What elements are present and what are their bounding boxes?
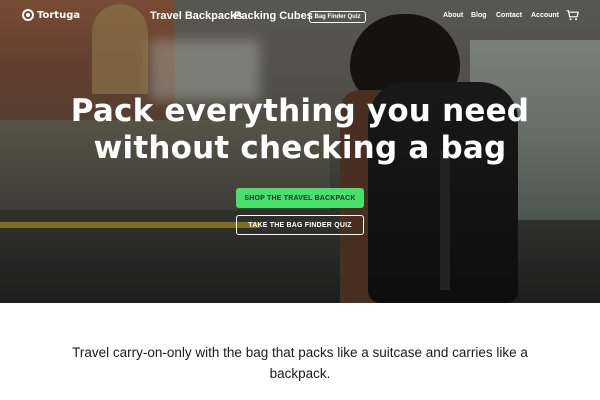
- nav-contact[interactable]: Contact: [496, 12, 522, 19]
- nav-packing-cubes[interactable]: Packing Cubes: [234, 10, 313, 22]
- brand-name: Tortuga: [37, 9, 81, 21]
- tagline: Travel carry-on-only with the bag that p…: [72, 345, 528, 381]
- bag-finder-quiz-button[interactable]: Bag Finder Quiz: [309, 11, 366, 23]
- hero-headline: Pack everything you need without checkin…: [70, 93, 530, 166]
- brand-logo[interactable]: Tortuga: [22, 9, 80, 21]
- nav-about[interactable]: About: [443, 12, 463, 19]
- turtle-logo-icon: [22, 9, 34, 21]
- nav-blog[interactable]: Blog: [471, 12, 487, 19]
- take-bag-finder-quiz-button[interactable]: TAKE THE BAG FINDER QUIZ: [236, 215, 364, 235]
- hero-section: Tortuga Travel Backpacks Packing Cubes B…: [0, 0, 600, 303]
- top-navigation: Tortuga Travel Backpacks Packing Cubes B…: [0, 0, 600, 33]
- cart-icon[interactable]: [566, 10, 579, 21]
- nav-travel-backpacks[interactable]: Travel Backpacks: [150, 10, 242, 22]
- nav-account[interactable]: Account: [531, 12, 559, 19]
- shop-travel-backpack-button[interactable]: SHOP THE TRAVEL BACKPACK: [236, 188, 364, 208]
